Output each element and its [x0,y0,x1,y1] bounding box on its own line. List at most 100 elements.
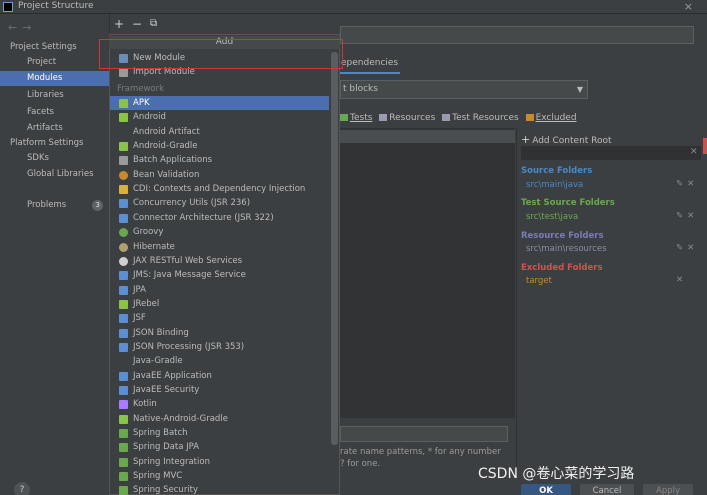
problems-count-badge: 3 [92,200,104,211]
popup-item-kotlin[interactable]: Kotlin [110,397,329,411]
jrebel-icon [119,299,128,309]
jee-icon [119,271,128,281]
mark-excluded-button[interactable]: Excluded [525,113,577,123]
popup-scrollbar[interactable] [331,52,338,445]
popup-item-import-module[interactable]: Import Module [110,65,329,79]
jpa-icon [119,285,128,295]
popup-item-javaee-security[interactable]: JavaEE Security [110,383,329,397]
add-content-root-button[interactable]: + Add Content Root [521,133,612,146]
popup-item-concurrency-utils-jsr-236[interactable]: Concurrency Utils (JSR 236) [110,196,329,210]
remove-icon[interactable]: − [132,17,142,31]
popup-item-bean-validation[interactable]: Bean Validation [110,168,329,182]
batch-icon [119,156,128,166]
popup-item-label: Kotlin [133,399,157,410]
jee-icon [119,342,128,352]
mark-excluded-label: Excluded [535,113,577,123]
resource-folder-path: src\main\resources [526,244,607,254]
popup-item-native-android-gradle[interactable]: Native-Android-Gradle [110,412,329,426]
popup-item-label: Spring Data JPA [133,442,200,453]
test-source-folder-path: src\test\java [526,212,579,222]
mark-tests-button[interactable]: Tests [340,113,372,123]
popup-item-jpa[interactable]: JPA [110,283,329,297]
popup-item-new-module[interactable]: New Module [110,51,329,65]
popup-item-spring-mvc[interactable]: Spring MVC [110,469,329,483]
resource-folder-controls[interactable]: ✎✕ [676,243,698,253]
popup-item-spring-batch[interactable]: Spring Batch [110,426,329,440]
title-bar: Project Structure × [0,0,707,14]
apply-button[interactable]: Apply [643,484,693,495]
popup-item-jsf[interactable]: JSF [110,311,329,325]
popup-item-jax-restful-web-services[interactable]: JAX RESTful Web Services [110,254,329,268]
popup-item-java-gradle[interactable]: Java-Gradle [110,354,329,368]
popup-item-label: JSON Processing (JSR 353) [133,341,245,352]
popup-item-json-processing-jsr-353[interactable]: JSON Processing (JSR 353) [110,340,329,354]
close-icon[interactable]: × [684,0,693,13]
popup-item-jms-java-message-service[interactable]: JMS: Java Message Service [110,268,329,282]
mark-test-resources-label: Test Resources [452,113,519,123]
sidebar-item-global-libraries[interactable]: Global Libraries [0,167,109,182]
window-title: Project Structure [18,1,94,11]
back-arrow-icon[interactable]: ← [8,21,22,34]
popup-item-groovy[interactable]: Groovy [110,225,329,239]
mark-as-row: Tests Resources Test Resources Excluded [340,113,581,123]
cancel-button[interactable]: Cancel [580,484,634,495]
add-icon[interactable]: + [114,17,124,31]
help-icon[interactable]: ? [14,482,30,495]
popup-item-spring-security[interactable]: Spring Security [110,483,329,495]
ok-button[interactable]: OK [521,484,571,495]
excluded-folder-controls[interactable]: ✕ [676,275,683,285]
android-icon [119,99,128,108]
popup-item-spring-data-jpa[interactable]: Spring Data JPA [110,440,329,454]
sidebar-item-project[interactable]: Project [0,55,109,70]
popup-item-connector-architecture-jsr-322[interactable]: Connector Architecture (JSR 322) [110,211,329,225]
popup-item-apk[interactable]: APK [110,96,329,110]
excluded-folder-path: target [526,276,552,286]
sidebar-item-libraries[interactable]: Libraries [0,88,109,103]
exclude-pattern-hint-1: rate name patterns, * for any number [340,447,501,457]
resources-folder-icon [379,114,388,121]
module-name-field[interactable] [340,26,694,44]
import-icon [119,68,128,78]
mark-test-resources-button[interactable]: Test Resources [442,113,519,123]
popup-item-label: CDI: Contexts and Dependency Injection [133,184,306,195]
popup-item-spring-integration[interactable]: Spring Integration [110,455,329,469]
popup-item-android-artifact[interactable]: Android Artifact [110,125,329,139]
sidebar-item-modules[interactable]: Modules [0,71,109,86]
source-folder-path: src\main\java [526,180,584,190]
popup-item-android[interactable]: Android [110,110,329,124]
popup-item-hibernate[interactable]: Hibernate [110,240,329,254]
popup-item-javaee-application[interactable]: JavaEE Application [110,369,329,383]
jee-icon [119,213,128,223]
popup-item-label: Java-Gradle [133,356,183,367]
tab-underline [340,72,400,74]
sidebar-item-problems-label: Problems [27,200,67,210]
tab-dependencies[interactable]: ependencies [341,58,398,68]
sidebar-item-problems[interactable]: Problems 3 [0,198,109,213]
forward-arrow-icon[interactable]: → [22,21,36,34]
popup-item-label: JAX RESTful Web Services [133,255,243,266]
jee-icon [119,328,128,338]
popup-item-jrebel[interactable]: JRebel [110,297,329,311]
test-source-folder-controls[interactable]: ✎✕ [676,211,698,221]
language-level-dropdown[interactable]: t blocks ▼ [340,80,588,99]
copy-icon[interactable]: ⧉ [150,18,157,29]
popup-item-label: JSON Binding [133,327,189,338]
popup-item-json-binding[interactable]: JSON Binding [110,326,329,340]
module-toolbar: + − ⧉ [110,14,340,36]
popup-item-label: Android Artifact [133,126,200,137]
popup-item-batch-applications[interactable]: Batch Applications [110,153,329,167]
exclude-pattern-input[interactable] [340,426,508,442]
content-tree-selected-row[interactable] [340,130,515,143]
mark-resources-button[interactable]: Resources [379,113,435,123]
intellij-logo-icon [3,2,13,12]
remove-root-icon[interactable]: ✕ [690,147,698,157]
source-folder-controls[interactable]: ✎✕ [676,179,698,189]
sidebar-item-facets[interactable]: Facets [0,105,109,120]
sidebar-item-artifacts[interactable]: Artifacts [0,121,109,136]
jee-icon [119,199,128,209]
popup-item-cdi-contexts-and-dependency-injection[interactable]: CDI: Contexts and Dependency Injection [110,182,329,196]
mark-resources-label: Resources [389,113,436,123]
popup-item-android-gradle[interactable]: Android-Gradle [110,139,329,153]
test-resources-folder-icon [442,114,451,121]
sidebar-item-sdks[interactable]: SDKs [0,151,109,166]
